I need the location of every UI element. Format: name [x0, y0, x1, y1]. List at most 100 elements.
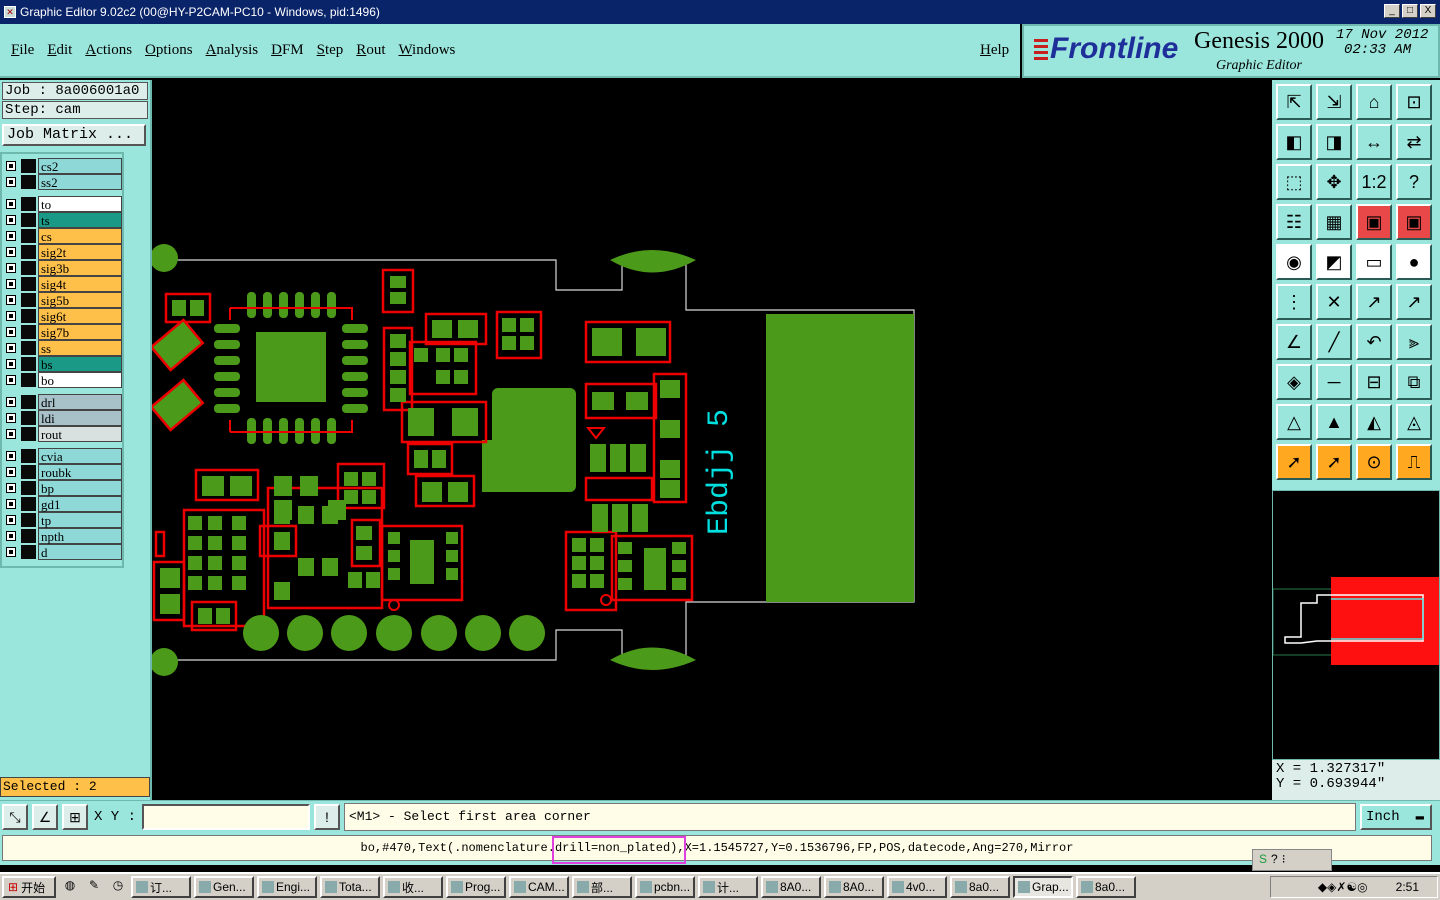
layer-row-bo[interactable]: bo [4, 372, 122, 388]
layer-row-roubk[interactable]: roubk [4, 464, 122, 480]
layers-alt-icon[interactable]: ▣ [1396, 204, 1432, 240]
scale-icon[interactable]: 1:2 [1356, 164, 1392, 200]
triangle-alt-icon[interactable]: ▲ [1316, 404, 1352, 440]
taskbar-task[interactable]: Prog... [446, 876, 506, 898]
overview-map[interactable] [1272, 490, 1440, 760]
pointer-select-icon[interactable]: ➚ [1316, 444, 1352, 480]
pan-right-icon[interactable]: ◨ [1316, 124, 1352, 160]
layer-row-cs[interactable]: cs [4, 228, 122, 244]
sogou-icon[interactable]: S [1259, 852, 1267, 868]
layer-name[interactable]: sig6t [38, 308, 122, 324]
tray-icons[interactable]: ◆◈✗☯◎ [1318, 880, 1368, 894]
layer-checkbox[interactable] [6, 547, 16, 557]
grid-snap-icon[interactable]: ⊞ [62, 804, 88, 830]
layer-checkbox[interactable] [6, 311, 16, 321]
copy-icon[interactable]: ↗ [1396, 284, 1432, 320]
tool-icon[interactable]: ✎ [84, 878, 104, 896]
layer-checkbox[interactable] [6, 161, 16, 171]
layer-checkbox[interactable] [6, 451, 16, 461]
triangle-icon[interactable]: △ [1276, 404, 1312, 440]
start-button[interactable]: ⊞ 开始 [2, 876, 56, 898]
help-icon[interactable]: ? [1396, 164, 1432, 200]
layer-row-bs[interactable]: bs [4, 356, 122, 372]
menu-actions[interactable]: Actions [85, 42, 132, 59]
menu-help[interactable]: Help [980, 42, 1009, 59]
layer-checkbox[interactable] [6, 515, 16, 525]
layer-row-bp[interactable]: bp [4, 480, 122, 496]
settings-icon[interactable]: ☷ [1276, 204, 1312, 240]
layer-name[interactable]: roubk [38, 464, 122, 480]
zoom-top-icon[interactable]: ⇱ [1276, 84, 1312, 120]
layer-name[interactable]: ts [38, 212, 122, 228]
job-matrix-button[interactable]: Job Matrix ... [2, 124, 146, 146]
ime-toolbar[interactable]: S? ⁝ [1252, 849, 1332, 871]
help-icon[interactable]: ? [1271, 852, 1278, 868]
layer-name[interactable]: drl [38, 394, 122, 410]
layer-row-to[interactable]: to [4, 196, 122, 212]
layer-name[interactable]: ldi [38, 410, 122, 426]
arc-icon[interactable]: ↶ [1356, 324, 1392, 360]
taskbar-task[interactable]: 8A0... [824, 876, 884, 898]
angle-icon[interactable]: ∠ [1276, 324, 1312, 360]
layer-checkbox[interactable] [6, 467, 16, 477]
layer-row-sig2t[interactable]: sig2t [4, 244, 122, 260]
minimize-button[interactable]: _ [1384, 4, 1400, 18]
pad-icon[interactable]: ● [1396, 244, 1432, 280]
taskbar-task[interactable]: 部... [572, 876, 632, 898]
zoom-area-icon[interactable]: ⤡ [2, 804, 28, 830]
group-icon[interactable]: ⧉ [1396, 364, 1432, 400]
layer-checkbox[interactable] [6, 279, 16, 289]
layer-row-cs2[interactable]: cs2 [4, 158, 122, 174]
measure-icon[interactable]: ⊟ [1356, 364, 1392, 400]
select-icon[interactable]: ◈ [1276, 364, 1312, 400]
layer-name[interactable]: sig5b [38, 292, 122, 308]
clock-app-icon[interactable]: ◷ [108, 878, 128, 896]
layers-icon[interactable]: ▣ [1356, 204, 1392, 240]
pointer-icon[interactable]: ➚ [1276, 444, 1312, 480]
measure-icon[interactable]: ∠ [32, 804, 58, 830]
taskbar-task[interactable]: CAM... [509, 876, 569, 898]
layer-row-ss2[interactable]: ss2 [4, 174, 122, 190]
taskbar-task[interactable]: 订... [131, 876, 191, 898]
layer-name[interactable]: ss2 [38, 174, 122, 190]
taskbar-task[interactable]: 收... [383, 876, 443, 898]
menu-rout[interactable]: Rout [356, 42, 385, 59]
layer-name[interactable]: gd1 [38, 496, 122, 512]
zoom-window-icon[interactable]: ⊡ [1396, 84, 1432, 120]
layer-row-rout[interactable]: rout [4, 426, 122, 442]
unit-selector[interactable]: Inch ▬ [1360, 804, 1432, 830]
layer-name[interactable]: d [38, 544, 122, 560]
route-icon[interactable]: ⎍ [1396, 444, 1432, 480]
layer-name[interactable]: sig3b [38, 260, 122, 276]
menu-analysis[interactable]: Analysis [206, 42, 259, 59]
taskbar-task[interactable]: Gen... [194, 876, 254, 898]
close-button[interactable]: X [1420, 4, 1436, 18]
layer-row-ts[interactable]: ts [4, 212, 122, 228]
layer-name[interactable]: sig4t [38, 276, 122, 292]
layer-checkbox[interactable] [6, 343, 16, 353]
fill-icon[interactable]: ◩ [1316, 244, 1352, 280]
layer-name[interactable]: tp [38, 512, 122, 528]
layer-row-cvia[interactable]: cvia [4, 448, 122, 464]
poly-icon[interactable]: ◭ [1356, 404, 1392, 440]
line-icon[interactable]: ╱ [1316, 324, 1352, 360]
grid-icon[interactable]: ▦ [1316, 204, 1352, 240]
menu-file[interactable]: File [11, 42, 34, 59]
layer-row-drl[interactable]: drl [4, 394, 122, 410]
browser-icon[interactable]: ◍ [60, 878, 80, 896]
taskbar-task[interactable]: 8a0... [950, 876, 1010, 898]
layer-checkbox[interactable] [6, 295, 16, 305]
snap-icon[interactable]: ◉ [1276, 244, 1312, 280]
move-icon[interactable]: ↗ [1356, 284, 1392, 320]
alert-icon[interactable]: ! [314, 804, 340, 830]
layer-checkbox[interactable] [6, 327, 16, 337]
layer-checkbox[interactable] [6, 413, 16, 423]
layer-checkbox[interactable] [6, 397, 16, 407]
layer-checkbox[interactable] [6, 247, 16, 257]
taskbar-task[interactable]: 计... [698, 876, 758, 898]
taskbar-task[interactable]: 8a0... [1076, 876, 1136, 898]
layer-checkbox[interactable] [6, 483, 16, 493]
menu-windows[interactable]: Windows [398, 42, 455, 59]
center-icon[interactable]: ✥ [1316, 164, 1352, 200]
layer-name[interactable]: cs2 [38, 158, 122, 174]
